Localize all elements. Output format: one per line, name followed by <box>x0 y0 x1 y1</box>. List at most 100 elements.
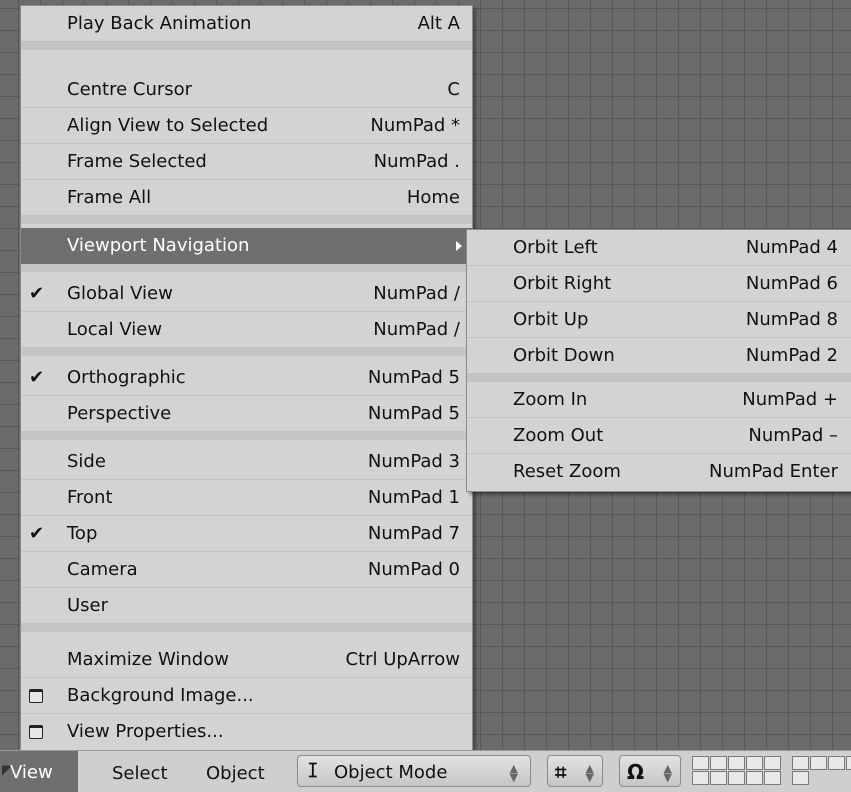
menu-item-shortcut: NumPad 7 <box>367 522 460 544</box>
updown-arrows-icon: ▲ ▼ <box>663 762 672 784</box>
layer-button[interactable] <box>710 771 727 785</box>
omega-icon: Ω <box>627 760 645 784</box>
submenu-item-zoom-in[interactable]: Zoom In NumPad + <box>467 382 851 418</box>
submenu-item-orbit-right[interactable]: Orbit Right NumPad 6 <box>467 266 851 302</box>
menu-item-top[interactable]: ✔ Top NumPad 7 <box>21 516 472 552</box>
menu-item-shortcut: NumPad + <box>742 388 838 410</box>
layer-button[interactable] <box>846 756 851 770</box>
menu-item-label: View Properties... <box>67 721 224 743</box>
menu-item-align-view-to-selected[interactable]: Align View to Selected NumPad * <box>21 108 472 144</box>
layer-button[interactable] <box>692 756 709 770</box>
layer-button[interactable] <box>792 756 809 770</box>
submenu-item-orbit-left[interactable]: Orbit Left NumPad 4 <box>467 230 851 266</box>
menu-item-shortcut: Alt A <box>417 12 460 34</box>
menu-item-label: Orbit Right <box>513 272 612 294</box>
layer-button[interactable] <box>728 771 745 785</box>
menu-item-perspective[interactable]: Perspective NumPad 5 <box>21 396 472 432</box>
submenu-item-orbit-up[interactable]: Orbit Up NumPad 8 <box>467 302 851 338</box>
menu-item-label: Side <box>67 450 106 472</box>
menu-separator <box>21 624 472 632</box>
object-mode-icon: ꕯ <box>308 760 318 782</box>
window-icon <box>29 688 43 703</box>
menu-item-viewport-navigation[interactable]: Viewport Navigation <box>21 228 472 264</box>
menu-item-label: Frame All <box>67 186 152 208</box>
menu-item-play-back-animation[interactable]: Play Back Animation Alt A <box>21 6 472 42</box>
menu-item-frame-selected[interactable]: Frame Selected NumPad . <box>21 144 472 180</box>
menu-item-label: Orbit Left <box>513 236 598 258</box>
draw-type-select[interactable]: ⌗ ▲ ▼ <box>547 755 603 787</box>
menu-item-user[interactable]: User <box>21 588 472 624</box>
layer-button[interactable] <box>692 771 709 785</box>
menu-item-shortcut: NumPad . <box>373 150 460 172</box>
menu-item-shortcut: NumPad 8 <box>745 308 838 330</box>
menu-item-shortcut: NumPad 0 <box>367 558 460 580</box>
submenu-arrow-icon <box>456 240 462 251</box>
layer-button[interactable] <box>710 756 727 770</box>
menu-item-global-view[interactable]: ✔ Global View NumPad / <box>21 276 472 312</box>
view-menu-label: View <box>10 762 53 783</box>
menu-item-label: Frame Selected <box>67 150 207 172</box>
menu-item-shortcut: NumPad 4 <box>745 236 838 258</box>
layer-button[interactable] <box>764 771 781 785</box>
viewport-header-bar: ◤ View Select Object ꕯ Object Mode ▲ ▼ ⌗ … <box>0 750 851 792</box>
checkmark-icon: ✔ <box>29 366 45 388</box>
menu-item-centre-cursor[interactable]: Centre Cursor C <box>21 72 472 108</box>
menu-item-label: Front <box>67 486 113 508</box>
view-menu: Play Back Animation Alt A Centre Cursor … <box>20 5 473 752</box>
submenu-item-zoom-out[interactable]: Zoom Out NumPad – <box>467 418 851 454</box>
menu-item-view-properties[interactable]: View Properties... <box>21 714 472 750</box>
submenu-item-orbit-down[interactable]: Orbit Down NumPad 2 <box>467 338 851 374</box>
menu-item-label: Top <box>67 522 98 544</box>
layer-button[interactable] <box>746 771 763 785</box>
pivot-select[interactable]: Ω ▲ ▼ <box>619 755 681 787</box>
checkmark-icon: ✔ <box>29 522 45 544</box>
menu-item-background-image[interactable]: Background Image... <box>21 678 472 714</box>
menu-item-shortcut: NumPad / <box>373 282 460 304</box>
menu-item-shortcut: Ctrl UpArrow <box>345 648 461 670</box>
menu-item-maximize-window[interactable]: Maximize Window Ctrl UpArrow <box>21 642 472 678</box>
menu-item-frame-all[interactable]: Frame All Home <box>21 180 472 216</box>
menu-item-orthographic[interactable]: ✔ Orthographic NumPad 5 <box>21 360 472 396</box>
layer-button[interactable] <box>828 756 845 770</box>
menu-separator <box>21 432 472 440</box>
menu-item-label: User <box>67 594 109 616</box>
menu-item-shortcut: NumPad 1 <box>367 486 460 508</box>
layer-button[interactable] <box>810 756 827 770</box>
object-mode-label: Object Mode <box>334 762 448 783</box>
cube-wireframe-icon: ⌗ <box>555 760 567 784</box>
menu-separator <box>21 216 472 224</box>
menu-item-label: Global View <box>67 282 173 304</box>
menu-item-label: Camera <box>67 558 138 580</box>
object-menu-button[interactable]: Object <box>206 763 265 784</box>
menu-item-shortcut: Home <box>406 186 460 208</box>
menu-item-local-view[interactable]: Local View NumPad / <box>21 312 472 348</box>
menu-item-shortcut: NumPad / <box>373 318 460 340</box>
menu-item-shortcut: NumPad 5 <box>367 366 460 388</box>
updown-arrows-icon: ▲ ▼ <box>585 762 594 784</box>
menu-item-label: Viewport Navigation <box>67 234 250 256</box>
layer-buttons-group-2[interactable] <box>792 756 851 785</box>
viewport-navigation-submenu: Orbit Left NumPad 4 Orbit Right NumPad 6… <box>466 229 851 492</box>
menu-item-label: Local View <box>67 318 163 340</box>
menu-item-label: Zoom Out <box>513 424 604 446</box>
layer-button[interactable] <box>764 756 781 770</box>
menu-item-label: Reset Zoom <box>513 461 621 483</box>
object-mode-select[interactable]: ꕯ Object Mode ▲ ▼ <box>297 755 531 787</box>
layer-button[interactable] <box>728 756 745 770</box>
menu-item-shortcut: NumPad * <box>370 114 460 136</box>
layer-button[interactable] <box>792 771 809 785</box>
menu-item-label: Align View to Selected <box>67 114 269 136</box>
menu-item-label: Orbit Up <box>513 308 589 330</box>
submenu-item-reset-zoom[interactable]: Reset Zoom NumPad Enter <box>467 454 851 490</box>
menu-item-side[interactable]: Side NumPad 3 <box>21 444 472 480</box>
menu-item-shortcut: NumPad 3 <box>367 450 460 472</box>
menu-item-camera[interactable]: Camera NumPad 0 <box>21 552 472 588</box>
menu-item-front[interactable]: Front NumPad 1 <box>21 480 472 516</box>
view-menu-button[interactable]: View <box>0 751 78 792</box>
layer-buttons-group-1[interactable] <box>692 756 781 785</box>
select-menu-button[interactable]: Select <box>112 763 168 784</box>
menu-separator <box>21 42 472 50</box>
menu-item-label: Orthographic <box>67 366 186 388</box>
menu-item-shortcut: NumPad 6 <box>745 272 838 294</box>
layer-button[interactable] <box>746 756 763 770</box>
